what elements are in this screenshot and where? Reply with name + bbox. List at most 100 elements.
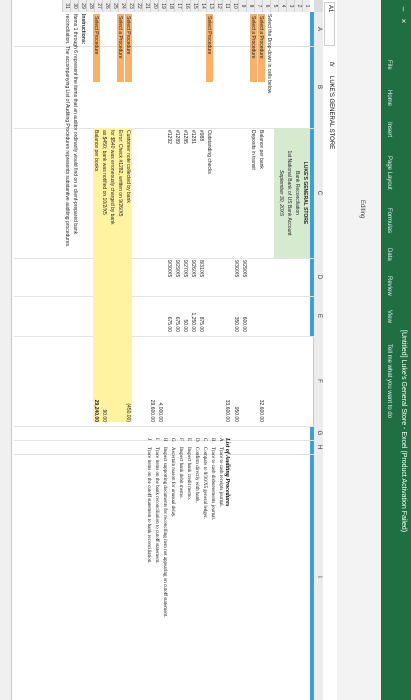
legend-letter: D	[194, 438, 199, 442]
row-header[interactable]: 16	[182, 0, 190, 12]
legend-text: Trace to cash receipts journal.	[218, 447, 223, 507]
row-header[interactable]: 14	[198, 0, 206, 12]
row-header[interactable]: 12	[214, 0, 222, 12]
check-amount: 1,250.00	[190, 312, 196, 332]
header-stripe-right	[310, 426, 314, 700]
auditing-procedures-legend: List of Auditing Procedures A Trace to ca…	[144, 438, 230, 618]
row-header[interactable]: 29	[78, 0, 86, 12]
column-header-d[interactable]: D	[313, 258, 323, 297]
tab-view[interactable]: View	[386, 310, 392, 323]
name-box[interactable]: A1	[324, 2, 335, 46]
legend-letter: J	[146, 438, 151, 440]
tab-data[interactable]: Data	[386, 248, 392, 261]
row-header[interactable]: 24	[118, 0, 126, 12]
column-header-c[interactable]: C	[313, 128, 323, 259]
row-header[interactable]: 19	[158, 0, 166, 12]
procedure-dropdown[interactable]: Select Procedure	[206, 16, 212, 54]
row-header[interactable]: 11	[222, 0, 230, 12]
bank-error-label: Error: Check #1282, written on 9/26/X5	[117, 130, 123, 217]
select-all-corner[interactable]	[314, 0, 323, 12]
legend-item: J Trace items on the cutoff statement to …	[144, 438, 152, 618]
deposit-amount: 600.00	[241, 316, 247, 332]
row-header[interactable]: 21	[142, 0, 150, 12]
row-header[interactable]: 23	[126, 0, 134, 12]
legend-item: C Compare to 9/30/X5 general ledger.	[200, 438, 208, 618]
row-header[interactable]: 10	[230, 0, 238, 12]
legend-item: I Trace items on the bank reconciliation …	[152, 438, 160, 618]
column-header-a[interactable]: A	[313, 12, 323, 47]
legend-letter: B	[210, 438, 215, 442]
row-header[interactable]: 27	[94, 0, 102, 12]
column-header-g[interactable]: G	[313, 426, 323, 441]
row-header[interactable]: 1	[302, 0, 310, 12]
check-number: #1292	[166, 130, 172, 144]
column-header-i[interactable]: I	[313, 454, 323, 700]
row-header[interactable]: 26	[102, 0, 110, 12]
fx-icon[interactable]: fx	[328, 62, 334, 67]
row-header[interactable]: 5	[270, 0, 278, 12]
row-header[interactable]: 28	[86, 0, 94, 12]
procedure-dropdown[interactable]: Select a Procedure	[258, 16, 264, 59]
row-header[interactable]: 22	[134, 0, 142, 12]
row-header[interactable]: 4	[278, 0, 286, 12]
tell-me-box[interactable]: Tell me what you want to do	[386, 344, 392, 418]
check-number: #1289	[174, 130, 180, 144]
tab-review[interactable]: Review	[386, 276, 392, 296]
row-header[interactable]: 3	[286, 0, 294, 12]
tab-page-layout[interactable]: Page Layout	[386, 156, 392, 190]
procedure-dropdown[interactable]: Select Procedure	[125, 16, 131, 54]
ribbon-tabs: File Home Insert Page Layout Formulas Da…	[381, 0, 395, 700]
row-header[interactable]: 18	[166, 0, 174, 12]
column-header-e[interactable]: E	[313, 296, 323, 337]
legend-item: H Inspect supporting documents for reconc…	[160, 438, 168, 618]
row-header[interactable]: 2	[294, 0, 302, 12]
check-date: 9/30/X5	[166, 260, 172, 278]
window-minimize-button[interactable]: –	[398, 4, 408, 14]
row-header[interactable]: 6	[262, 0, 270, 12]
column-header-h[interactable]: H	[313, 440, 323, 455]
row-header[interactable]: 13	[206, 0, 214, 12]
row-header[interactable]: 31	[62, 0, 70, 12]
procedure-dropdown[interactable]: Select a Procedure	[250, 16, 256, 59]
legend-letter: I	[154, 438, 159, 440]
dropdown-instruction: Select the Drop-down in cells below	[266, 14, 272, 94]
subtotal: 33,600.00	[224, 399, 230, 422]
legend-item: F Inspect bank debit memo.	[176, 438, 184, 618]
row-header[interactable]: 8	[246, 0, 254, 12]
header-stripe	[310, 12, 314, 336]
bank-error-label-3: as $450; bank was notified on 10/2/X5	[101, 130, 107, 215]
legend-letter: E	[186, 438, 191, 442]
row-header[interactable]: 30	[70, 0, 78, 12]
row-header[interactable]: 25	[110, 0, 118, 12]
window-close-button[interactable]: ×	[398, 16, 408, 26]
formula-input[interactable]: LUKE'S GENERAL STORE	[328, 76, 334, 149]
legend-letter: A	[218, 438, 223, 442]
column-header-b[interactable]: B	[313, 46, 323, 129]
legend-text: Inspect bank debit memo.	[178, 447, 183, 499]
column-header-f[interactable]: F	[313, 336, 323, 427]
legend-letter: H	[162, 438, 167, 442]
procedure-dropdown[interactable]: Select Procedure	[93, 16, 99, 54]
tab-file[interactable]: File	[386, 60, 392, 70]
window-title: [Untitled] Luke's General Store - Excel …	[400, 330, 407, 533]
row-header[interactable]: 20	[150, 0, 158, 12]
tab-insert[interactable]: Insert	[386, 122, 392, 137]
procedure-dropdown[interactable]: Select a Procedure	[117, 16, 123, 59]
deposit-date: 9/30/X5	[233, 260, 239, 278]
row-header[interactable]: 15	[190, 0, 198, 12]
legend-text: Trace items on the cutoff statement to b…	[146, 447, 151, 564]
row-header[interactable]: 7	[254, 0, 262, 12]
row-header[interactable]: 9	[238, 0, 246, 12]
deposit-date: 9/29/X5	[241, 260, 247, 278]
tab-formulas[interactable]: Formulas	[386, 208, 392, 233]
check-number: #1281	[190, 130, 196, 144]
legend-letter: F	[178, 438, 183, 441]
legend-text: Compare to 9/30/X5 general ledger.	[202, 447, 207, 519]
deposit-amount: 350.00	[233, 316, 239, 332]
balance-per-bank-amount: 32,600.00	[258, 399, 264, 422]
row-header[interactable]: 17	[174, 0, 182, 12]
check-date: 9/29/X5	[174, 260, 180, 278]
note-collected-label: Customer note collected by bank	[125, 130, 131, 203]
tab-home[interactable]: Home	[386, 90, 392, 106]
legend-text: Confirm directly with bank.	[194, 447, 199, 503]
